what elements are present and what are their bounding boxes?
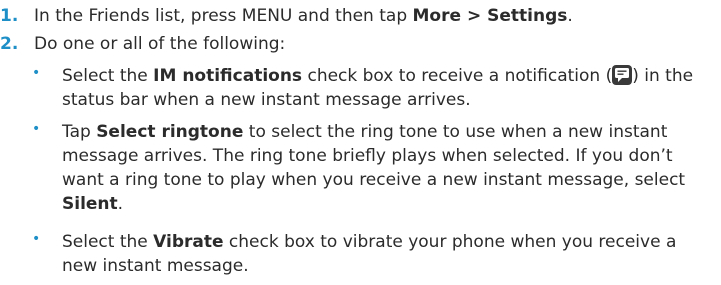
- bullet-text: Select the: [62, 66, 154, 86]
- bullet-line: Select the IM notifications check box to…: [62, 64, 693, 88]
- bullet-text: ) in the: [632, 66, 694, 86]
- bullet-text: .: [117, 194, 124, 214]
- step-text-bold: More > Settings: [412, 6, 568, 26]
- bullet-bold: IM notifications: [153, 66, 303, 86]
- bullet-text: Tap: [62, 122, 97, 142]
- bullet-line: Tap Select ringtone to select the ring t…: [62, 120, 667, 144]
- im-notification-icon: [612, 65, 633, 85]
- bullet-line: Select the Vibrate check box to vibrate …: [62, 230, 676, 254]
- bullet-dot: •: [32, 121, 41, 137]
- bullet-line: Silent.: [62, 192, 123, 216]
- step-text: In the Friends list, press MENU and then…: [34, 6, 573, 26]
- bullet-line: want a ring tone to play when you receiv…: [62, 170, 686, 190]
- bullet-line: status bar when a new instant message ar…: [62, 90, 471, 110]
- step-text-suffix: .: [567, 6, 573, 26]
- step-text: Do one or all of the following:: [34, 34, 286, 54]
- bullet-text: to select the ring tone to use when a ne…: [243, 122, 668, 142]
- bullet-bold: Select ringtone: [96, 122, 244, 142]
- bullet-bold: Silent: [62, 194, 118, 214]
- bullet-line: new instant message.: [62, 256, 249, 276]
- step-number: 1.: [0, 6, 19, 26]
- bullet-bold: Vibrate: [153, 232, 224, 252]
- bullet-dot: •: [32, 65, 41, 81]
- bullet-text: check box to receive a notification (: [302, 66, 613, 86]
- document: 1. In the Friends list, press MENU and t…: [0, 0, 721, 285]
- step-number: 2.: [0, 34, 19, 54]
- bullet-line: message arrives. The ring tone briefly p…: [62, 146, 673, 166]
- bullet-dot: •: [32, 231, 41, 247]
- bullet-text: Select the: [62, 232, 154, 252]
- bullet-text: check box to vibrate your phone when you…: [223, 232, 677, 252]
- step-text-prefix: In the Friends list, press MENU and then…: [34, 6, 413, 26]
